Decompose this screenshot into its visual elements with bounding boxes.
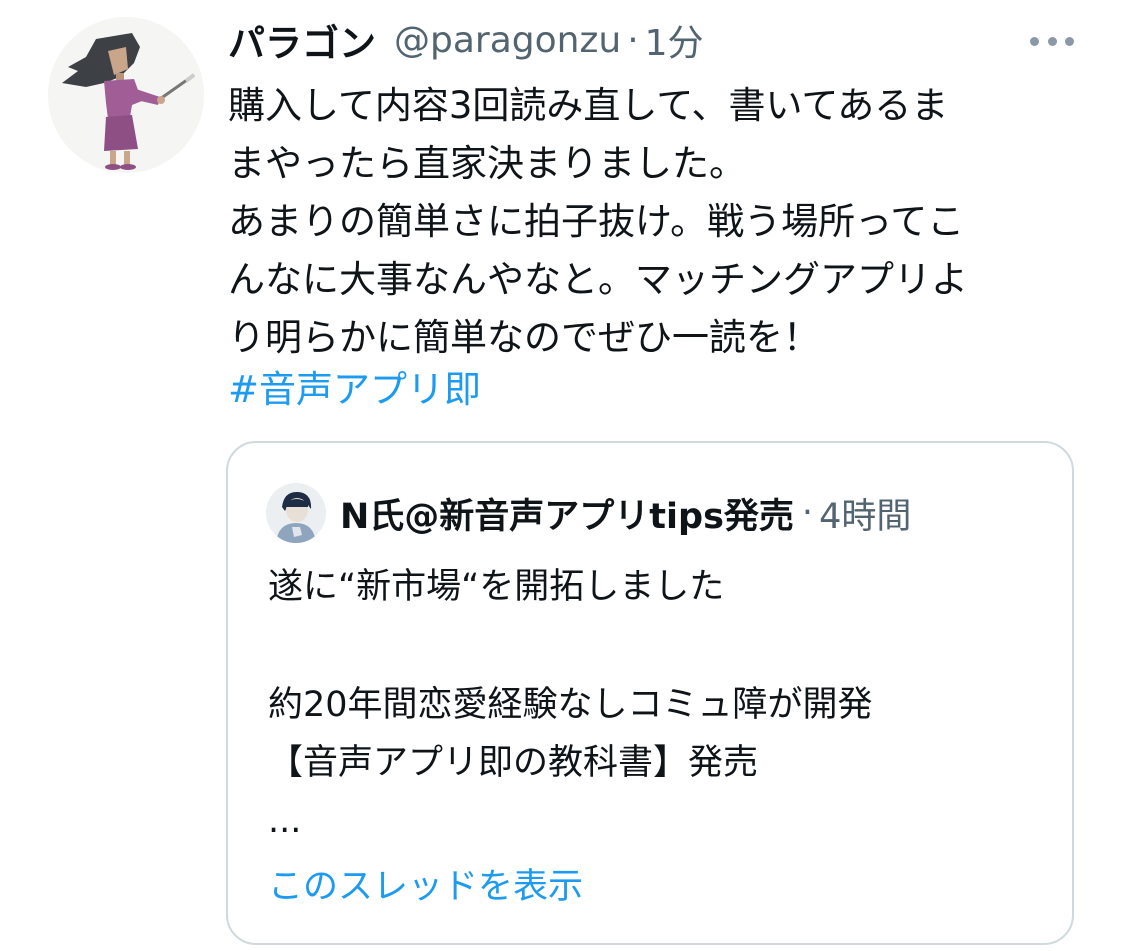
tweet-text: 購入して内容3回読み直して、書いてあるま まやったら直家決まりました。 あまりの…: [228, 77, 1078, 367]
tweet-timestamp[interactable]: 1分: [645, 14, 704, 66]
quoted-tweet-timestamp: 4時間: [819, 496, 912, 537]
separator-dot: ·: [627, 19, 639, 61]
more-horizontal-icon[interactable]: [1030, 34, 1074, 48]
quoted-tweet-header: N氏@新音声アプリtips発売 · 4時間: [340, 487, 911, 539]
quoted-text-line: 約20年間恋愛経験なしコミュ障が開発: [268, 685, 873, 725]
hashtag-link[interactable]: #音声アプリ即: [228, 361, 481, 419]
tweet-text-line: り明らかに簡単なのでぜひ一読を！: [228, 316, 820, 359]
tweet-text-line: まやったら直家決まりました。: [228, 142, 746, 185]
quoted-text-ellipsis: ...: [268, 801, 302, 841]
more-dot: [1047, 36, 1057, 46]
author-avatar[interactable]: [48, 17, 204, 173]
quoted-text-line: 【音声アプリ即の教科書】発売: [268, 743, 759, 783]
more-dot: [1065, 36, 1074, 46]
quoted-text-line: 遂に“新市場“を開拓しました: [268, 567, 725, 607]
user-avatar-illustration-icon: [48, 17, 204, 173]
author-handle[interactable]: @paragonzu: [394, 20, 621, 61]
tweet: パラゴン @paragonzu · 1分 購入して内容3回読み直して、書いてある…: [0, 0, 1125, 951]
quoted-tweet-card[interactable]: N氏@新音声アプリtips発売 · 4時間 遂に“新市場“を開拓しました 約20…: [226, 441, 1074, 945]
tweet-header: パラゴン @paragonzu · 1分: [228, 14, 704, 66]
quoted-author-display-name[interactable]: N氏@新音声アプリtips発売: [340, 488, 794, 539]
tweet-text-line: あまりの簡単さに拍子抜け。戦う場所ってこ: [228, 200, 965, 243]
user-avatar-illustration-icon: [266, 483, 326, 543]
author-display-name[interactable]: パラゴン: [228, 13, 376, 67]
tweet-text-line: んなに大事なんやなと。マッチングアプリよ: [228, 258, 968, 301]
more-dot: [1030, 36, 1039, 46]
quoted-author-avatar[interactable]: [266, 483, 326, 543]
separator-dot: ·: [801, 493, 814, 533]
tweet-text-line: 購入して内容3回読み直して、書いてあるま: [228, 84, 949, 127]
show-thread-link[interactable]: このスレッドを表示: [268, 861, 583, 913]
